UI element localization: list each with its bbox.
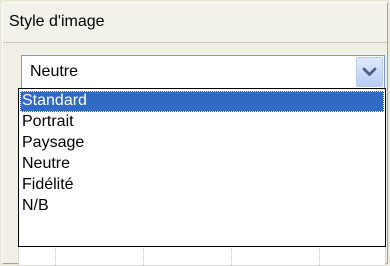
chevron-down-icon [362,67,377,76]
panel-header: Style d'image [3,3,387,43]
image-style-dropdown-list[interactable]: Standard Portrait Paysage Neutre Fidélit… [18,88,386,247]
image-style-select[interactable]: Neutre [21,55,385,89]
dropdown-item-paysage[interactable]: Paysage [20,133,384,154]
dropdown-item-portrait[interactable]: Portrait [20,112,384,133]
dropdown-item-nb[interactable]: N/B [20,196,384,217]
dropdown-item-fidelite[interactable]: Fidélité [20,175,384,196]
dropdown-toggle-button[interactable] [356,57,383,87]
panel-title: Style d'image [9,13,105,30]
dropdown-item-standard[interactable]: Standard [20,91,384,112]
selected-value: Neutre [30,63,79,80]
dropdown-item-neutre[interactable]: Neutre [20,154,384,175]
